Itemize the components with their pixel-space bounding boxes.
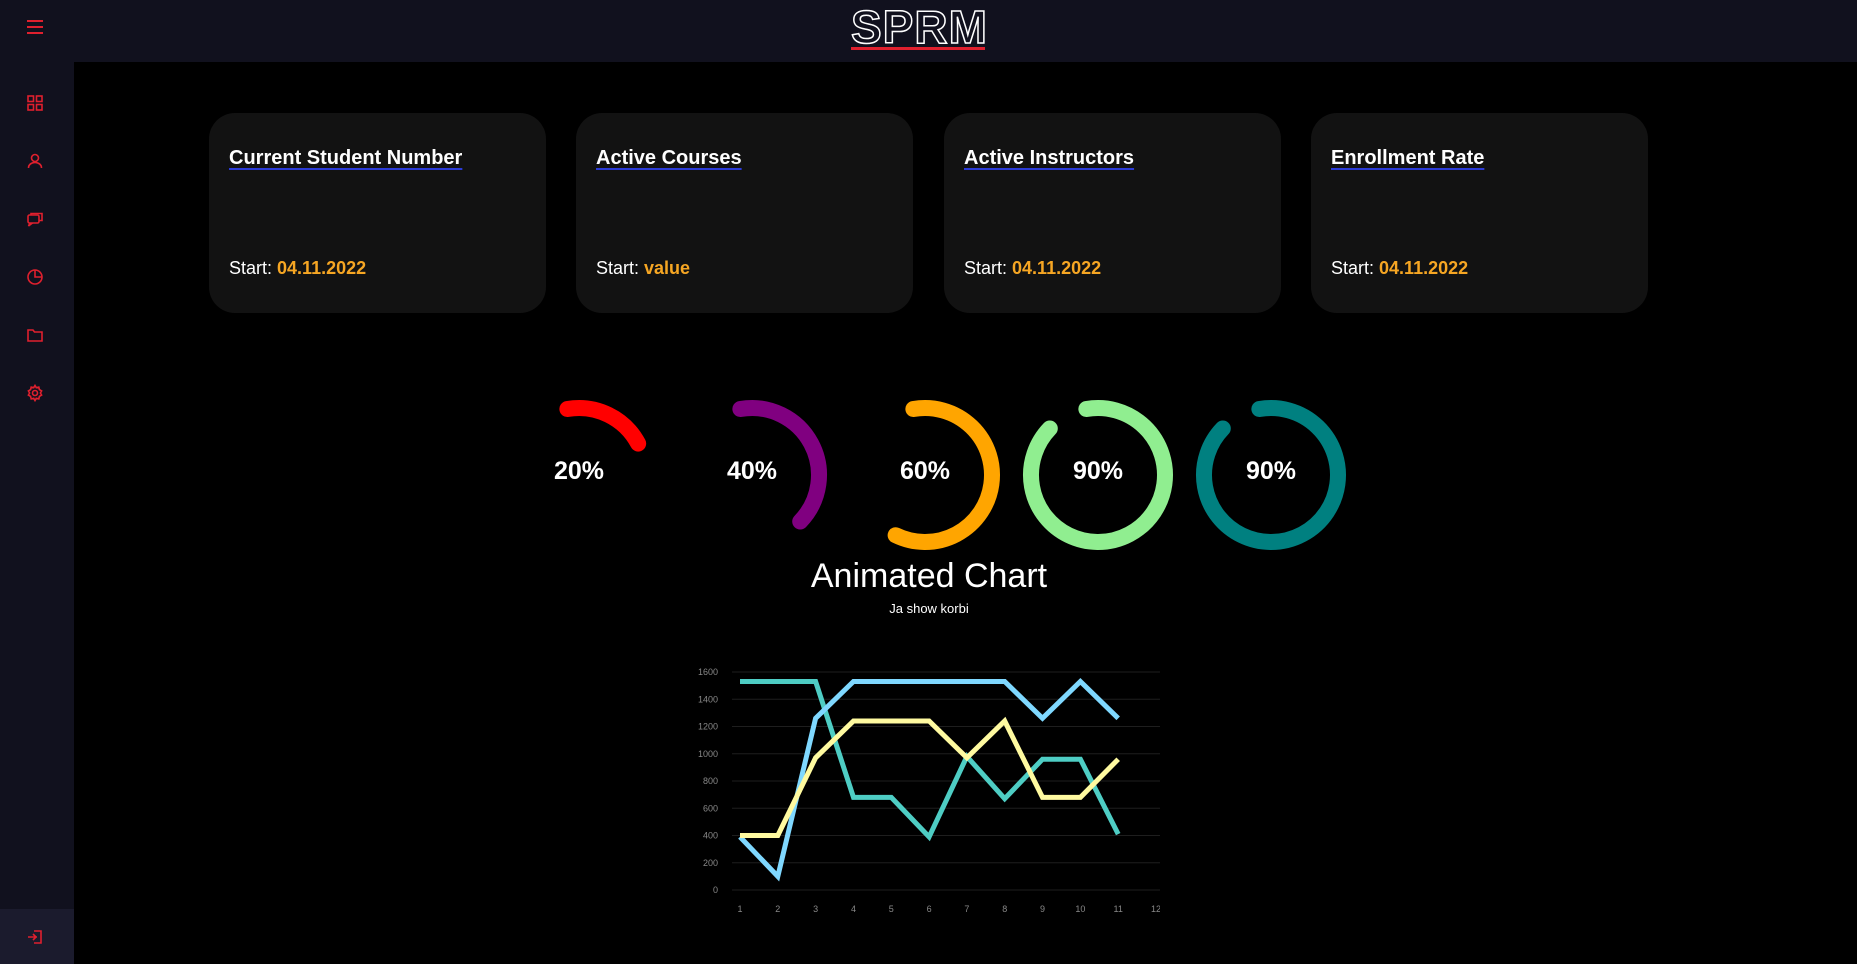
progress-ring: 20%: [499, 395, 659, 555]
pie-chart-icon: [27, 269, 43, 285]
y-tick-label: 1400: [698, 694, 718, 704]
x-tick-label: 4: [851, 904, 856, 914]
grid-icon: [27, 95, 43, 111]
card-enrollment-rate: Enrollment Rate Start: 04.11.2022: [1311, 113, 1648, 313]
x-tick-label: 11: [1114, 904, 1123, 914]
sidebar-item-users[interactable]: [25, 151, 45, 171]
gear-icon: [27, 383, 43, 403]
sidebar: [0, 62, 74, 964]
progress-ring: 60%: [845, 395, 1005, 555]
x-tick-label: 9: [1040, 904, 1045, 914]
x-tick-label: 1: [737, 904, 742, 914]
card-start: Start: 04.11.2022: [229, 258, 366, 279]
series-line-2: [740, 716, 1120, 838]
logout-area: [0, 909, 74, 964]
sidebar-item-dashboard[interactable]: [25, 93, 45, 113]
line-chart: 0 200 400 600 800 1000 1200 1400 1600 1 2 3 4 5 6 7 8 9 10…: [690, 652, 1160, 917]
series-line-0: [740, 679, 1121, 842]
progress-ring: 90%: [1191, 395, 1351, 555]
progress-label: 90%: [1072, 457, 1124, 485]
start-label: Start:: [596, 258, 640, 278]
y-tick-label: 1600: [698, 667, 718, 677]
card-current-student-number: Current Student Number Start: 04.11.2022: [209, 113, 546, 313]
card-title: Active Courses: [596, 147, 742, 169]
x-tick-label: 5: [889, 904, 894, 914]
progress-arc: [559, 400, 647, 452]
x-tick-label: 6: [927, 904, 932, 914]
y-tick-label: 0: [713, 885, 718, 895]
y-tick-label: 200: [703, 858, 718, 868]
sidebar-item-files[interactable]: [25, 325, 45, 345]
user-icon: [27, 153, 43, 169]
y-tick-label: 1200: [698, 722, 718, 732]
progress-ring: 40%: [672, 395, 832, 555]
x-tick-label: 7: [964, 904, 969, 914]
sidebar-item-reports[interactable]: [25, 267, 45, 287]
x-tick-label: 2: [775, 904, 780, 914]
x-tick-label: 8: [1002, 904, 1007, 914]
logout-icon: [28, 930, 42, 944]
top-bar: SPRM: [0, 0, 1857, 62]
card-active-instructors: Active Instructors Start: 04.11.2022: [944, 113, 1281, 313]
logout-button[interactable]: [25, 927, 45, 947]
x-tick-label: 12: [1151, 904, 1160, 914]
card-start: Start: value: [596, 258, 690, 279]
start-label: Start:: [964, 258, 1008, 278]
y-tick-label: 600: [703, 803, 718, 813]
hamburger-menu-button[interactable]: [25, 17, 45, 37]
folder-icon: [27, 329, 43, 342]
start-value: value: [644, 258, 691, 278]
chart-subtitle: Ja show korbi: [889, 601, 969, 616]
card-title: Active Instructors: [964, 147, 1135, 169]
start-label: Start:: [229, 258, 273, 278]
card-title: Enrollment Rate: [1331, 147, 1485, 169]
brand-logo[interactable]: SPRM: [850, 1, 988, 53]
card-active-courses: Active Courses Start: value: [576, 113, 913, 313]
start-value: 04.11.2022: [1379, 258, 1469, 278]
chat-icon: [27, 212, 43, 227]
line-chart-svg: 020040060080010001200140016001 2 3 4 5 6 7 8 9 10…: [698, 667, 1160, 914]
menu-icon: [27, 20, 43, 34]
progress-label: 60%: [899, 457, 951, 485]
sidebar-item-settings[interactable]: [25, 383, 45, 403]
progress-label: 20%: [553, 457, 605, 485]
start-value: 04.11.2022: [1012, 258, 1102, 278]
x-tick-label: 10: [1075, 904, 1085, 914]
sidebar-item-courses[interactable]: [25, 209, 45, 229]
card-title: Current Student Number: [229, 147, 463, 169]
y-tick-label: 400: [703, 831, 718, 841]
y-tick-label: 1000: [698, 749, 718, 759]
x-tick-label: 3: [813, 904, 818, 914]
start-value: 04.11.2022: [277, 258, 367, 278]
progress-label: 90%: [1245, 457, 1297, 485]
chart-title: Animated Chart: [810, 557, 1048, 595]
y-tick-label: 800: [703, 776, 718, 786]
card-start: Start: 04.11.2022: [1331, 258, 1468, 279]
start-label: Start:: [1331, 258, 1375, 278]
series-line-1: [738, 678, 1120, 882]
card-start: Start: 04.11.2022: [964, 258, 1101, 279]
progress-ring: 90%: [1018, 395, 1178, 555]
brand-underline: [851, 47, 985, 50]
progress-label: 40%: [726, 457, 778, 485]
